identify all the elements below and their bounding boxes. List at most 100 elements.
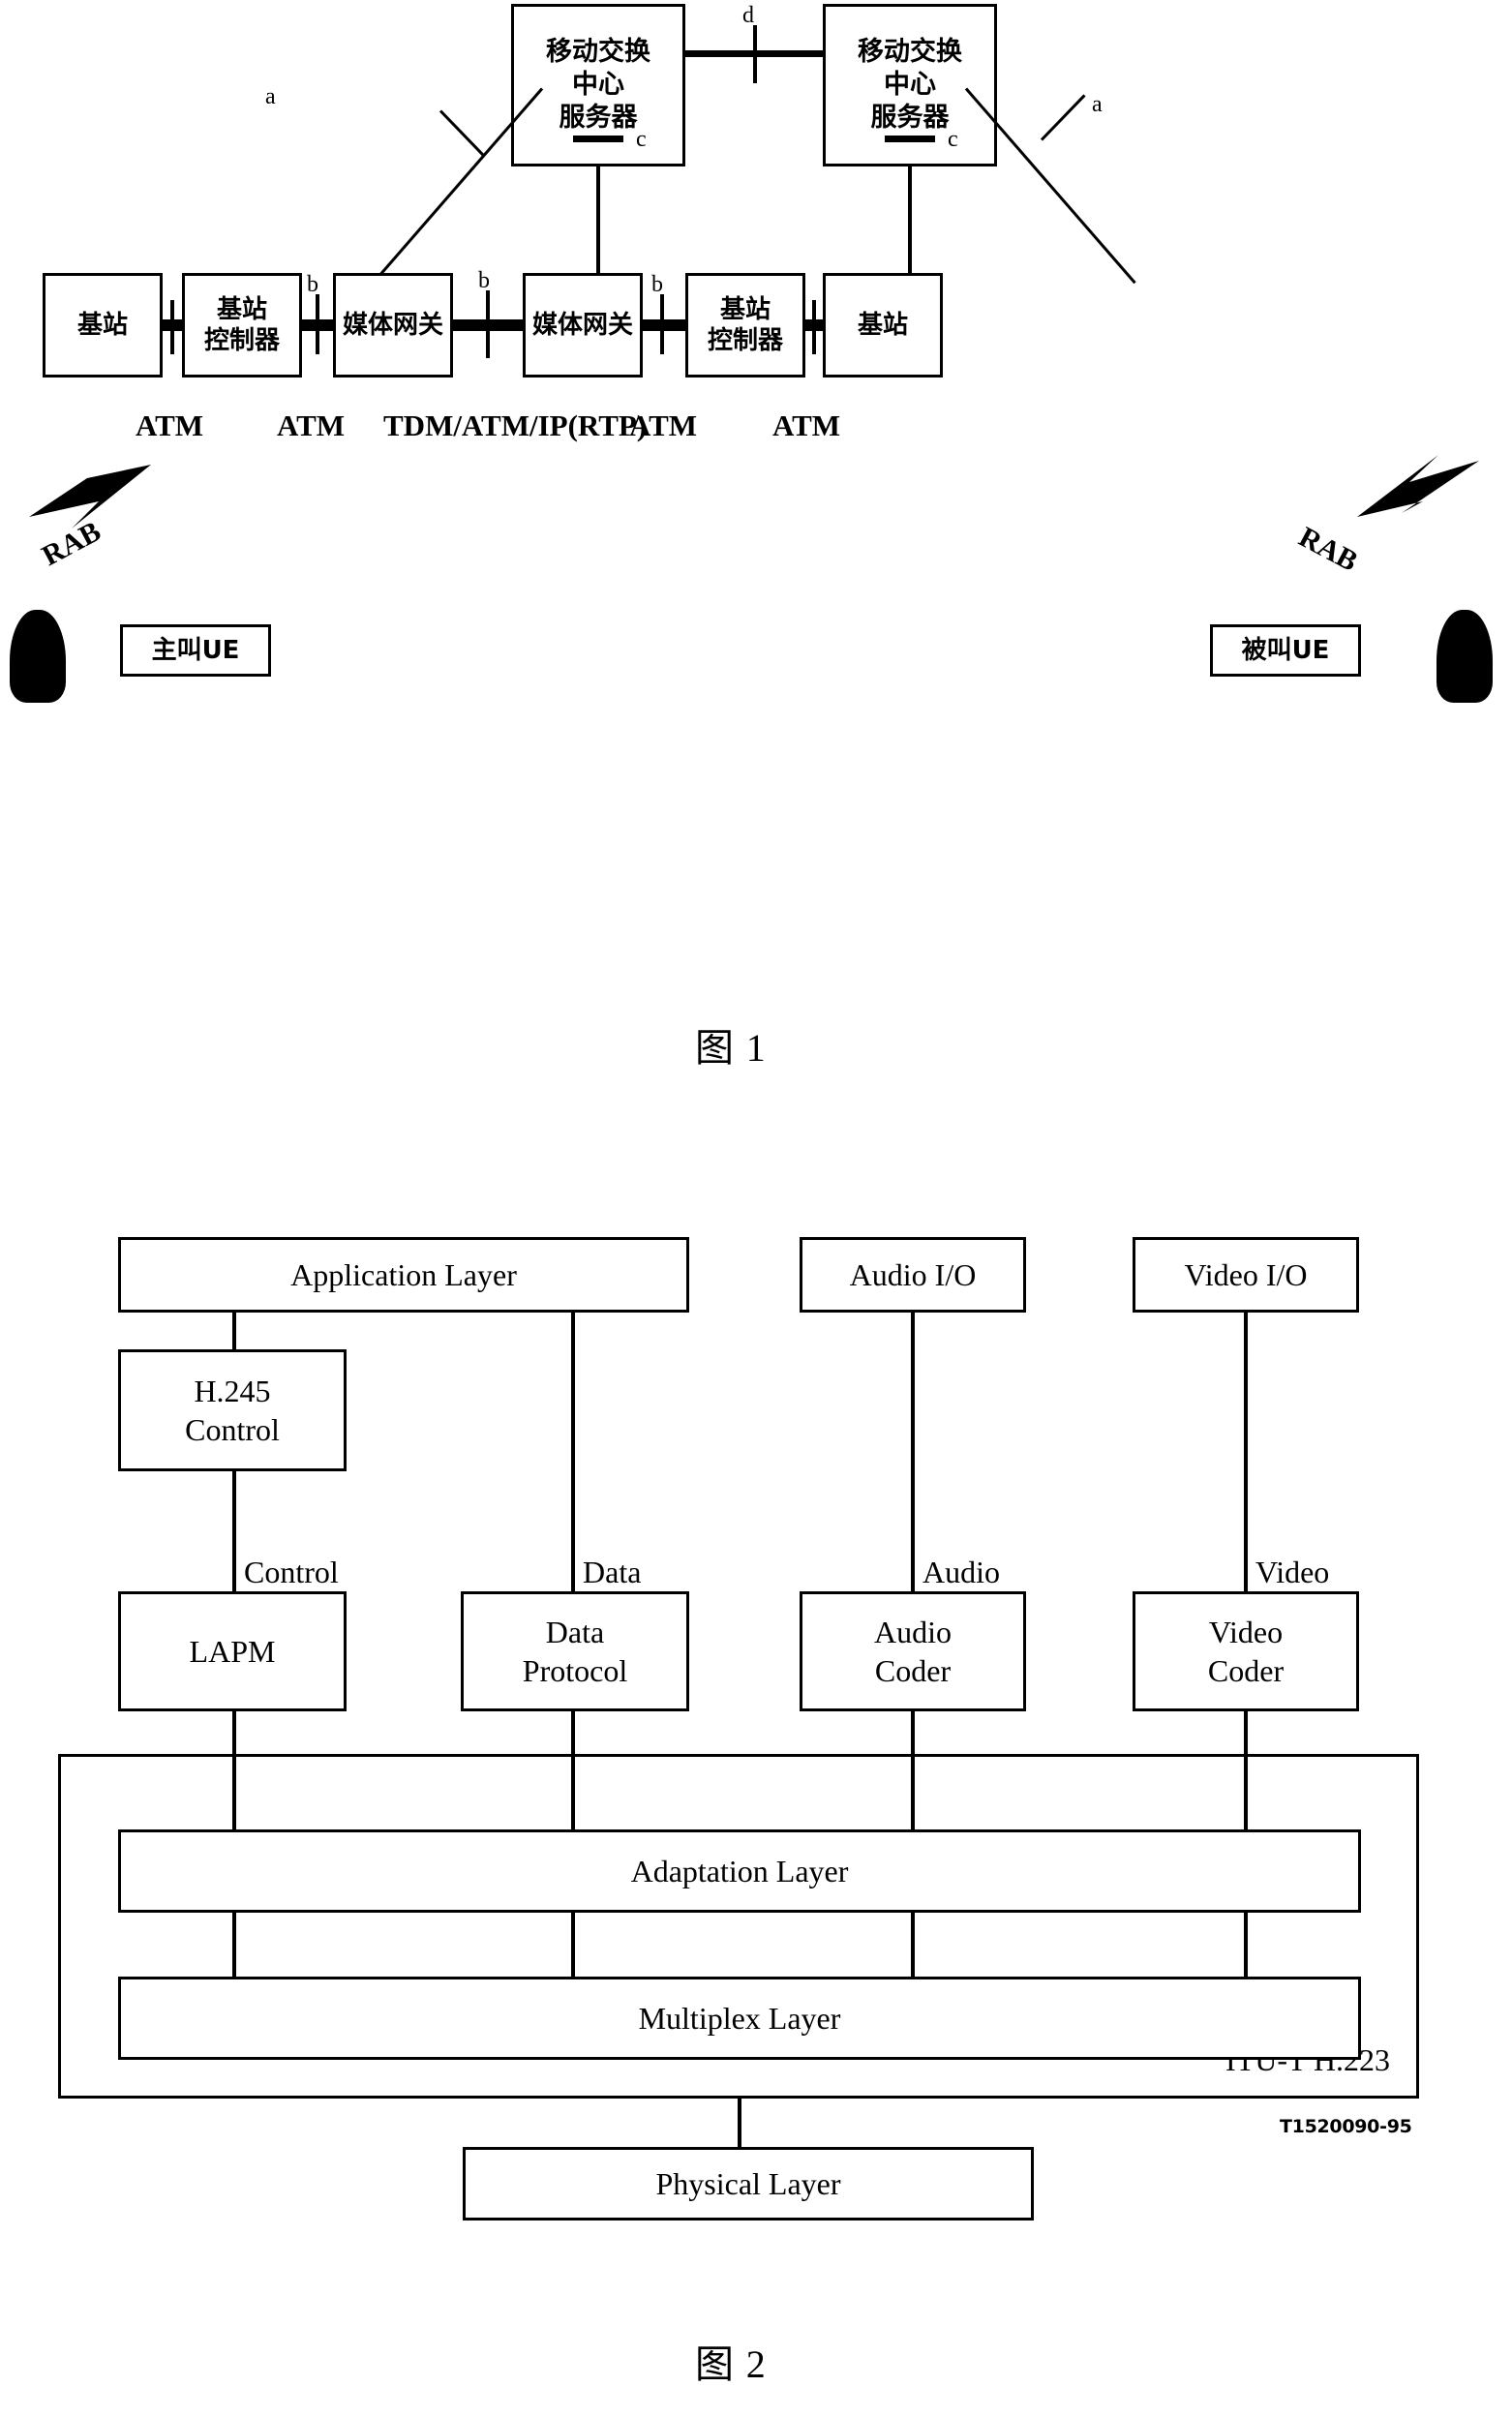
box-multiplex-layer: Multiplex Layer	[118, 1977, 1361, 2060]
node-mgw-left: 媒体网关	[333, 273, 453, 378]
node-mgw-left-label: 媒体网关	[342, 310, 443, 340]
handset-right-icon	[1436, 610, 1493, 703]
msc-server-left-line2: 中心	[572, 70, 624, 101]
box-physical-layer-label: Physical Layer	[655, 2166, 841, 2201]
box-lapm: LAPM	[118, 1591, 347, 1711]
box-application-layer: Application Layer	[118, 1237, 689, 1313]
link-c-left-tick	[573, 136, 623, 142]
node-bsc-right: 基站 控制器	[685, 273, 805, 378]
patent-figure-page: 移动交换 中心 服务器 移动交换 中心 服务器 d c c a a 基站 基站 …	[0, 0, 1512, 2417]
figure-1-caption-label: 图	[695, 1026, 734, 1071]
node-base-station-left: 基站	[43, 273, 163, 378]
bearer-label-4: ATM	[629, 408, 698, 442]
box-data-protocol-line2: Protocol	[522, 1653, 628, 1688]
box-video-io: Video I/O	[1133, 1237, 1359, 1313]
msc-server-right-line1: 移动交换	[858, 37, 962, 68]
link-a-left	[372, 87, 544, 285]
label-a-left: a	[265, 84, 276, 109]
box-adaptation-layer-label: Adaptation Layer	[630, 1854, 849, 1888]
label-a-right: a	[1092, 92, 1103, 117]
bearer-label-1: ATM	[136, 408, 204, 442]
node-base-station-left-label: 基站	[76, 310, 128, 340]
radio-bolt-right-icon	[1357, 455, 1479, 517]
conn-app-to-h245	[232, 1313, 236, 1349]
link-d-tick	[753, 25, 757, 83]
conn-audio-io-to-coder	[911, 1313, 915, 1591]
link-a-right	[964, 87, 1136, 285]
conn-frame-to-physical	[738, 2099, 741, 2147]
link-c-right	[908, 166, 912, 275]
ue-called-box: 被叫UE	[1210, 624, 1361, 677]
link-b3-tick	[660, 294, 664, 354]
box-video-io-label: Video I/O	[1184, 1257, 1308, 1292]
box-audio-coder: Audio Coder	[800, 1591, 1026, 1711]
node-bsc-left-label2: 控制器	[203, 326, 280, 355]
bearer-label-2: ATM	[277, 408, 346, 442]
box-h245-control-line1: H.245	[194, 1374, 271, 1408]
box-multiplex-layer-label: Multiplex Layer	[638, 2001, 841, 2036]
msc-server-left-line1: 移动交换	[546, 37, 650, 68]
link-a-left-tick	[438, 109, 485, 157]
box-audio-coder-line1: Audio	[874, 1615, 952, 1649]
conn-adaptation-to-multiplex-2	[571, 1913, 575, 1977]
node-base-station-right-label: 基站	[857, 310, 908, 340]
box-h245-control: H.245 Control	[118, 1349, 347, 1471]
figure-1-caption: 图 1	[695, 1016, 766, 1073]
node-bsc-left: 基站 控制器	[182, 273, 302, 378]
box-audio-coder-line2: Coder	[874, 1653, 952, 1688]
channel-label-audio: Audio	[922, 1555, 1000, 1589]
link-c-right-tick	[885, 136, 935, 142]
box-adaptation-layer: Adaptation Layer	[118, 1829, 1361, 1913]
figure-2-caption: 图 2	[695, 2333, 766, 2389]
label-b2: b	[478, 268, 490, 293]
box-video-coder-line1: Video	[1208, 1615, 1284, 1649]
ue-calling-label: 主叫UE	[151, 635, 240, 665]
conn-app-to-data	[571, 1313, 575, 1591]
msc-server-right-line2: 中心	[884, 70, 936, 101]
handset-left-icon	[10, 610, 66, 703]
node-mgw-right-label: 媒体网关	[531, 310, 633, 340]
box-application-layer-label: Application Layer	[290, 1257, 517, 1292]
figure-2-caption-number: 2	[745, 2342, 766, 2386]
link-bs-bsc-left-tick	[170, 300, 174, 354]
node-bsc-right-label2: 控制器	[707, 326, 783, 355]
conn-adaptation-to-multiplex-3	[911, 1913, 915, 1977]
msc-server-right-line3: 服务器	[870, 102, 950, 133]
figure-2-caption-label: 图	[695, 2342, 734, 2387]
channel-label-video: Video	[1255, 1555, 1330, 1589]
conn-video-io-to-coder	[1244, 1313, 1248, 1591]
node-bsc-right-label1: 基站	[719, 294, 771, 324]
bearer-label-5: ATM	[772, 408, 841, 442]
channel-label-data: Data	[583, 1555, 642, 1589]
conn-adaptation-to-multiplex-4	[1244, 1913, 1248, 1977]
conn-h245-to-lapm	[232, 1471, 236, 1591]
figure-1-caption-number: 1	[745, 1026, 766, 1070]
radio-label-right: RAB	[1293, 520, 1363, 578]
box-video-coder: Video Coder	[1133, 1591, 1359, 1711]
conn-adaptation-to-multiplex-1	[232, 1913, 236, 1977]
label-c-right: c	[948, 127, 958, 152]
link-a-right-tick	[1040, 94, 1086, 141]
link-b3	[643, 319, 685, 331]
label-b1: b	[307, 272, 318, 297]
link-bsc-bs-right-tick	[812, 300, 816, 354]
node-mgw-right: 媒体网关	[523, 273, 643, 378]
link-b2-tick	[486, 290, 490, 358]
box-physical-layer: Physical Layer	[463, 2147, 1034, 2221]
channel-label-control: Control	[244, 1555, 339, 1589]
link-c-left	[596, 166, 600, 275]
msc-server-left-line3: 服务器	[559, 102, 638, 133]
ue-called-label: 被叫UE	[1241, 635, 1330, 665]
box-data-protocol: Data Protocol	[461, 1591, 689, 1711]
box-data-protocol-line1: Data	[545, 1615, 605, 1649]
document-reference-code: T1520090-95	[1280, 2116, 1412, 2137]
node-bsc-left-label1: 基站	[216, 294, 267, 324]
box-h245-control-line2: Control	[185, 1412, 280, 1447]
link-b1-tick	[316, 294, 319, 354]
box-audio-io: Audio I/O	[800, 1237, 1026, 1313]
box-lapm-line1: LAPM	[189, 1634, 276, 1669]
label-c-left: c	[636, 127, 647, 152]
label-d: d	[742, 3, 754, 28]
box-video-coder-line2: Coder	[1207, 1653, 1285, 1688]
bearer-label-3: TDM/ATM/IP(RTP)	[383, 408, 648, 442]
